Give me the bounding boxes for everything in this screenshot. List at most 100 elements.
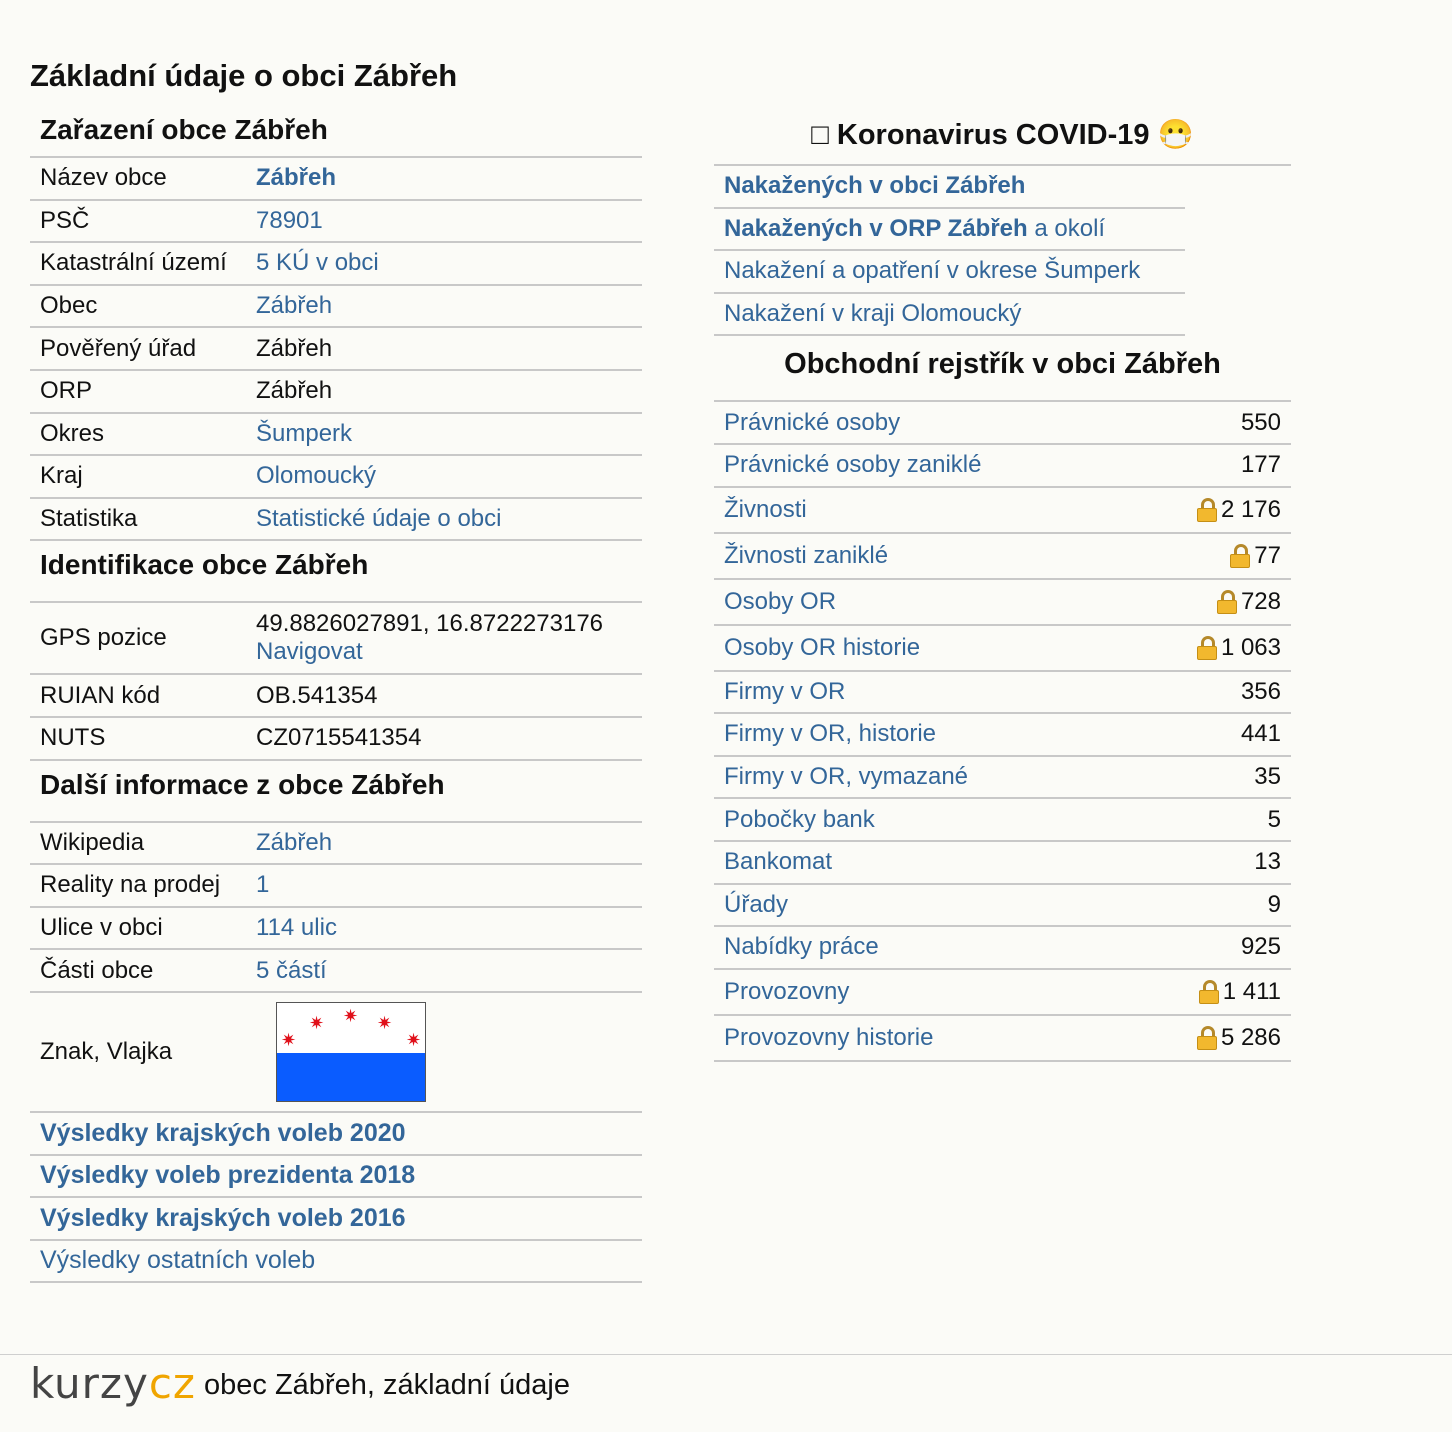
table-row: Pověřený úřad Zábřeh xyxy=(30,328,642,371)
rejstrik-count: 13 xyxy=(1254,848,1281,876)
rejstrik-link[interactable]: Provozovny xyxy=(724,978,849,1006)
count-value: 1 411 xyxy=(1222,977,1281,1005)
lock-icon[interactable] xyxy=(1196,497,1217,522)
flag-star-icon: ✷ xyxy=(377,1012,393,1033)
row-value-link[interactable]: Zábřeh xyxy=(256,164,632,192)
rejstrik-link[interactable]: Právnické osoby zaniklé xyxy=(724,451,981,479)
lock-icon[interactable] xyxy=(1198,979,1219,1004)
row-value-link[interactable]: Šumperk xyxy=(256,420,632,448)
rejstrik-link[interactable]: Právnické osoby xyxy=(724,409,900,437)
table-row: Pobočky bank 5 xyxy=(714,799,1291,842)
table-row-election: Výsledky krajských voleb 2020 xyxy=(30,1113,642,1156)
count-value: 9 xyxy=(1267,890,1281,918)
rejstrik-link[interactable]: Živnosti zaniklé xyxy=(724,542,888,570)
rejstrik-link[interactable]: Osoby OR xyxy=(724,588,836,616)
page-title: Základní údaje o obci Zábřeh xyxy=(30,58,458,93)
table-row: Statistika Statistické údaje o obci xyxy=(30,499,642,542)
rejstrik-count: 356 xyxy=(1241,678,1281,706)
count-value: 177 xyxy=(1240,451,1281,479)
rejstrik-link[interactable]: Živnosti xyxy=(724,496,807,524)
rejstrik-count: 728 xyxy=(1216,587,1281,616)
row-value-link[interactable]: 5 KÚ v obci xyxy=(256,249,632,277)
row-value-link[interactable]: Zábřeh xyxy=(256,292,632,320)
rejstrik-link[interactable]: Úřady xyxy=(724,891,788,919)
covid-link[interactable]: Nakažení v kraji Olomoucký xyxy=(724,300,1021,328)
count-value: 2 176 xyxy=(1220,495,1281,523)
rejstrik-heading: Obchodní rejstřík v obci Zábřeh xyxy=(714,336,1291,403)
table-row: Provozovny 1 411 xyxy=(714,970,1291,1016)
row-value-link[interactable]: 78901 xyxy=(256,207,632,235)
table-row-znak: Znak, Vlajka ✷ ✷ ✷ ✷ ✷ xyxy=(30,993,642,1113)
election-link[interactable]: Výsledky krajských voleb 2020 xyxy=(40,1119,406,1148)
covid-heading-text: Koronavirus COVID-19 xyxy=(836,119,1150,151)
row-key: Ulice v obci xyxy=(40,914,163,942)
lock-icon[interactable] xyxy=(1196,635,1217,660)
table-row-election: Výsledky ostatních voleb xyxy=(30,1241,642,1284)
row-value-link[interactable]: 114 ulic xyxy=(256,914,632,942)
rejstrik-link[interactable]: Firmy v OR, vymazané xyxy=(724,763,968,791)
row-key: ORP xyxy=(40,377,93,405)
covid-link[interactable]: Nakažených v obci Zábřeh xyxy=(724,172,1025,200)
election-link[interactable]: Výsledky voleb prezidenta 2018 xyxy=(40,1161,415,1190)
election-links: Výsledky krajských voleb 2020 Výsledky vo… xyxy=(30,1113,642,1284)
table-row: ORP Zábřeh xyxy=(30,371,642,414)
municipality-flag[interactable]: ✷ ✷ ✷ ✷ ✷ xyxy=(276,1001,426,1102)
row-value-link[interactable]: 5 částí xyxy=(256,957,632,985)
lock-icon[interactable] xyxy=(1230,543,1251,568)
lock-icon[interactable] xyxy=(1196,1025,1217,1050)
navigate-link[interactable]: Navigovat xyxy=(256,638,363,665)
count-value: 5 xyxy=(1267,805,1281,833)
covid-heading: □ Koronavirus COVID-19 😷 xyxy=(714,108,1291,166)
identifikace-table: RUIAN kód OB.541354 NUTS CZ0715541354 xyxy=(30,675,642,761)
rejstrik-link[interactable]: Firmy v OR xyxy=(724,678,845,706)
right-column: □ Koronavirus COVID-19 😷 Nakažených v ob… xyxy=(714,108,1291,1062)
logo-part-cz: cz xyxy=(148,1359,196,1408)
lock-body xyxy=(1198,989,1219,1004)
election-link[interactable]: Výsledky ostatních voleb xyxy=(40,1246,315,1275)
lock-icon[interactable] xyxy=(1216,589,1237,614)
covid-link-text: Nakažení a opatření v okrese Šumperk xyxy=(724,257,1141,285)
count-value: 13 xyxy=(1254,848,1281,876)
table-row: Nabídky práce 925 xyxy=(714,927,1291,970)
lock-body xyxy=(1196,507,1217,522)
lock-body xyxy=(1216,599,1237,614)
row-key: Části obce xyxy=(40,956,154,984)
table-row: Bankomat 13 xyxy=(714,842,1291,885)
covid-link-bold: Nakažených v obci Zábřeh xyxy=(724,172,1026,200)
count-value: 77 xyxy=(1254,541,1281,569)
table-row: Firmy v OR, vymazané 35 xyxy=(714,757,1291,800)
table-row: Živnosti 2 176 xyxy=(714,488,1291,534)
table-row-election: Výsledky krajských voleb 2016 xyxy=(30,1198,642,1241)
rejstrik-count: 2 176 xyxy=(1196,495,1281,524)
count-value: 925 xyxy=(1240,933,1281,961)
rejstrik-link[interactable]: Nabídky práce xyxy=(724,933,879,961)
covid-link[interactable]: Nakažení a opatření v okrese Šumperk xyxy=(724,257,1140,285)
rejstrik-count: 441 xyxy=(1241,720,1281,748)
rejstrik-count: 1 063 xyxy=(1196,633,1281,662)
rejstrik-link[interactable]: Osoby OR historie xyxy=(724,634,920,662)
table-row: Osoby OR historie 1 063 xyxy=(714,626,1291,672)
rejstrik-link[interactable]: Firmy v OR, historie xyxy=(724,720,936,748)
flag-star-icon: ✷ xyxy=(281,1029,297,1050)
covid-link-bold: Nakažených v ORP Zábřeh xyxy=(724,214,1028,242)
flag-star-icon: ✷ xyxy=(406,1029,422,1050)
row-value-link[interactable]: Olomoucký xyxy=(256,462,632,490)
row-key: Název obce xyxy=(40,164,167,192)
table-row: Části obce 5 částí xyxy=(30,950,642,993)
table-row: Obec Zábřeh xyxy=(30,286,642,329)
election-link[interactable]: Výsledky krajských voleb 2016 xyxy=(40,1204,406,1233)
box-icon: □ xyxy=(811,119,829,151)
rejstrik-link[interactable]: Bankomat xyxy=(724,848,832,876)
rejstrik-link[interactable]: Pobočky bank xyxy=(724,806,875,834)
covid-link[interactable]: Nakažených v ORP Zábřeh a okolí xyxy=(724,215,1105,243)
row-value-link[interactable]: Zábřeh xyxy=(256,829,632,857)
row-value-link[interactable]: Statistické údaje o obci xyxy=(256,505,632,533)
rejstrik-count: 177 xyxy=(1241,451,1281,479)
count-value: 728 xyxy=(1240,587,1281,615)
row-value: OB.541354 xyxy=(256,681,378,709)
row-value-link[interactable]: 1 xyxy=(256,871,632,899)
kurzy-logo[interactable]: kurzycz xyxy=(30,1359,196,1408)
rejstrik-link[interactable]: Provozovny historie xyxy=(724,1024,933,1052)
section-heading-identifikace: Identifikace obce Zábřeh xyxy=(30,541,642,604)
count-value: 1 063 xyxy=(1220,633,1281,661)
